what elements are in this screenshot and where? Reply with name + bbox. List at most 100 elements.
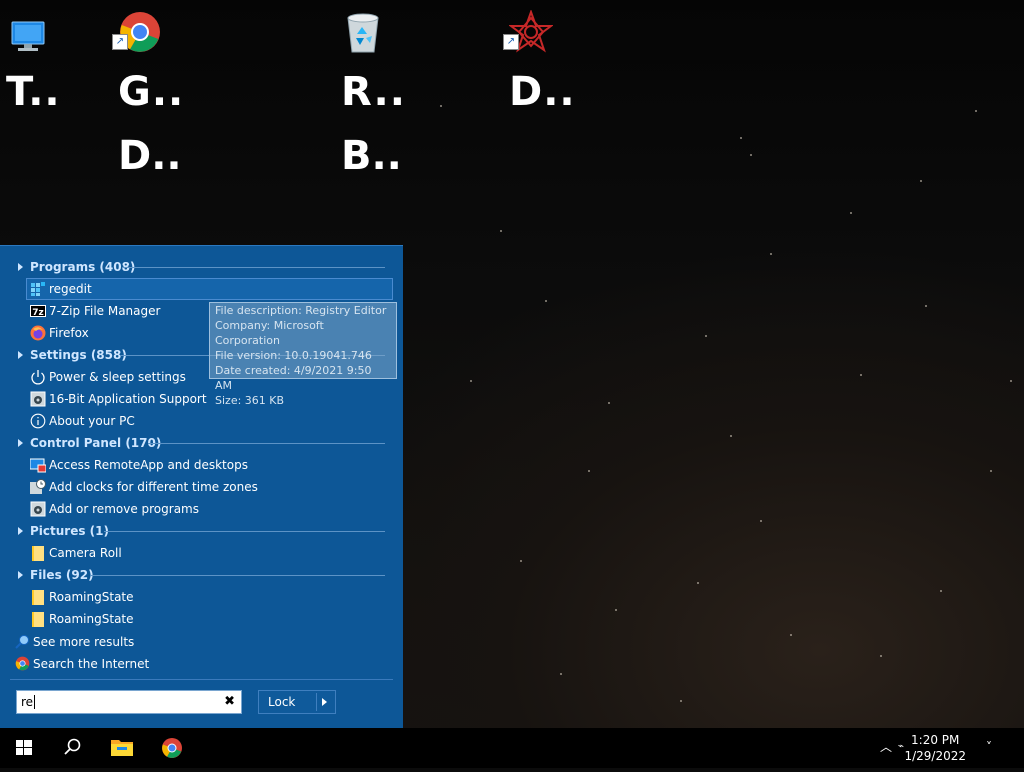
category-files[interactable]: Files (92) xyxy=(0,564,403,586)
result-regedit[interactable]: regedit xyxy=(0,278,403,300)
chrome-icon xyxy=(162,738,182,758)
lock-options-arrow-icon[interactable] xyxy=(322,698,327,706)
category-pictures[interactable]: Pictures (1) xyxy=(0,520,403,542)
tooltip-line: File version: 10.0.19041.746 xyxy=(215,349,372,362)
divider xyxy=(10,679,393,680)
7zip-icon: 7z xyxy=(30,303,46,319)
expand-triangle-icon xyxy=(18,351,23,359)
desktop-icon-this-pc[interactable]: T.. xyxy=(6,0,96,115)
search-internet-link[interactable]: Search the Internet xyxy=(0,653,403,675)
remoteapp-icon xyxy=(29,457,47,473)
file-info-tooltip: File description: Registry Editor Compan… xyxy=(209,302,397,407)
desktop-icon-chrome[interactable]: ↗ G.. D.. xyxy=(112,0,208,179)
clock[interactable]: 1:20 PM 1/29/2022 xyxy=(904,732,966,764)
result-roamingstate[interactable]: RoamingState xyxy=(0,608,403,630)
category-label: Programs (408) xyxy=(30,260,136,274)
category-label: Control Panel (170) xyxy=(30,436,162,450)
result-label: Access RemoteApp and desktops xyxy=(49,458,248,472)
chrome-icon xyxy=(15,656,30,671)
this-pc-icon xyxy=(6,10,50,54)
shortcut-arrow-icon: ↗ xyxy=(503,34,519,50)
folder-icon xyxy=(30,545,46,561)
tooltip-line: Size: 361 KB xyxy=(215,394,285,407)
result-about-pc[interactable]: About your PC xyxy=(0,410,403,432)
expand-triangle-icon xyxy=(18,439,23,447)
result-camera-roll[interactable]: Camera Roll xyxy=(0,542,403,564)
divider xyxy=(104,531,385,532)
result-label: About your PC xyxy=(49,414,135,428)
result-label: RoamingState xyxy=(49,590,134,604)
search-button[interactable] xyxy=(48,728,96,768)
result-roamingstate[interactable]: RoamingState xyxy=(0,586,403,608)
clear-search-icon[interactable]: ✖ xyxy=(224,691,235,713)
category-label: Pictures (1) xyxy=(30,524,109,538)
category-control-panel[interactable]: Control Panel (170) xyxy=(0,432,403,454)
divider xyxy=(122,267,385,268)
see-more-results-link[interactable]: See more results xyxy=(0,631,403,653)
result-add-clocks[interactable]: Add clocks for different time zones xyxy=(0,476,403,498)
network-icon[interactable]: ⌁ xyxy=(898,741,904,752)
clock-icon xyxy=(30,479,46,495)
notifications-icon[interactable]: ˅ xyxy=(986,740,992,754)
result-label: 16-Bit Application Support xyxy=(49,392,207,406)
search-icon xyxy=(15,634,30,649)
lock-button-label: Lock xyxy=(268,695,296,709)
desktop-icon-label: G.. xyxy=(118,69,185,115)
installer-icon xyxy=(30,391,46,407)
svg-text:7z: 7z xyxy=(32,308,44,318)
result-label: regedit xyxy=(49,282,92,296)
result-label: Add or remove programs xyxy=(49,502,199,516)
desktop-icon-label-line2: B.. xyxy=(341,133,402,179)
divider xyxy=(316,693,317,711)
desktop-icon-label: T.. xyxy=(6,69,61,115)
result-label: 7-Zip File Manager xyxy=(49,304,161,318)
expand-triangle-icon xyxy=(18,263,23,271)
desktop-icon-label: R.. xyxy=(341,69,406,115)
result-label: Add clocks for different time zones xyxy=(49,480,258,494)
info-icon xyxy=(30,413,46,429)
recycle-bin-icon xyxy=(341,10,385,54)
folder-icon xyxy=(111,740,133,756)
file-explorer-button[interactable] xyxy=(98,728,146,768)
result-label: Power & sleep settings xyxy=(49,370,186,384)
tooltip-line: File description: Registry Editor xyxy=(215,304,387,317)
folder-icon xyxy=(30,611,46,627)
chrome-taskbar-button[interactable] xyxy=(148,728,196,768)
result-add-remove-programs[interactable]: Add or remove programs xyxy=(0,498,403,520)
tooltip-line: Date created: 4/9/2021 9:50 AM xyxy=(215,364,372,392)
search-input-value: re xyxy=(21,695,34,709)
show-hidden-icons-icon[interactable]: ︿ xyxy=(880,738,892,755)
tooltip-line: Company: Microsoft Corporation xyxy=(215,319,324,347)
installer-icon xyxy=(30,501,46,517)
result-remoteapp[interactable]: Access RemoteApp and desktops xyxy=(0,454,403,476)
taskbar: ︿ ⌁ 1:20 PM 1/29/2022 ˅ xyxy=(0,728,1024,768)
desktop-icon-label: D.. xyxy=(509,69,576,115)
firefox-icon xyxy=(30,325,46,341)
result-label: RoamingState xyxy=(49,612,134,626)
lock-button[interactable]: Lock xyxy=(258,690,336,714)
power-icon xyxy=(30,369,46,385)
result-label: Firefox xyxy=(49,326,89,340)
result-label: Camera Roll xyxy=(49,546,122,560)
shortcut-arrow-icon: ↗ xyxy=(112,34,128,50)
regedit-icon xyxy=(30,281,46,297)
expand-triangle-icon xyxy=(18,571,23,579)
search-input[interactable]: re ✖ xyxy=(16,690,242,714)
windows-logo-icon xyxy=(16,740,32,755)
clock-time: 1:20 PM xyxy=(911,733,960,747)
expand-triangle-icon xyxy=(18,527,23,535)
category-label: Settings (858) xyxy=(30,348,127,362)
start-button[interactable] xyxy=(0,728,48,768)
desktop-icon-app[interactable]: ↗ D.. xyxy=(503,0,599,115)
clock-date: 1/29/2022 xyxy=(904,749,966,763)
link-label: Search the Internet xyxy=(33,657,150,671)
category-label: Files (92) xyxy=(30,568,94,582)
desktop-icon-recycle-bin[interactable]: R.. B.. xyxy=(341,0,431,179)
search-icon xyxy=(64,738,81,755)
link-label: See more results xyxy=(33,635,135,649)
divider xyxy=(148,443,385,444)
desktop-icon-label-line2: D.. xyxy=(118,133,182,179)
folder-icon xyxy=(30,589,46,605)
category-programs[interactable]: Programs (408) xyxy=(0,256,403,278)
divider xyxy=(90,575,385,576)
